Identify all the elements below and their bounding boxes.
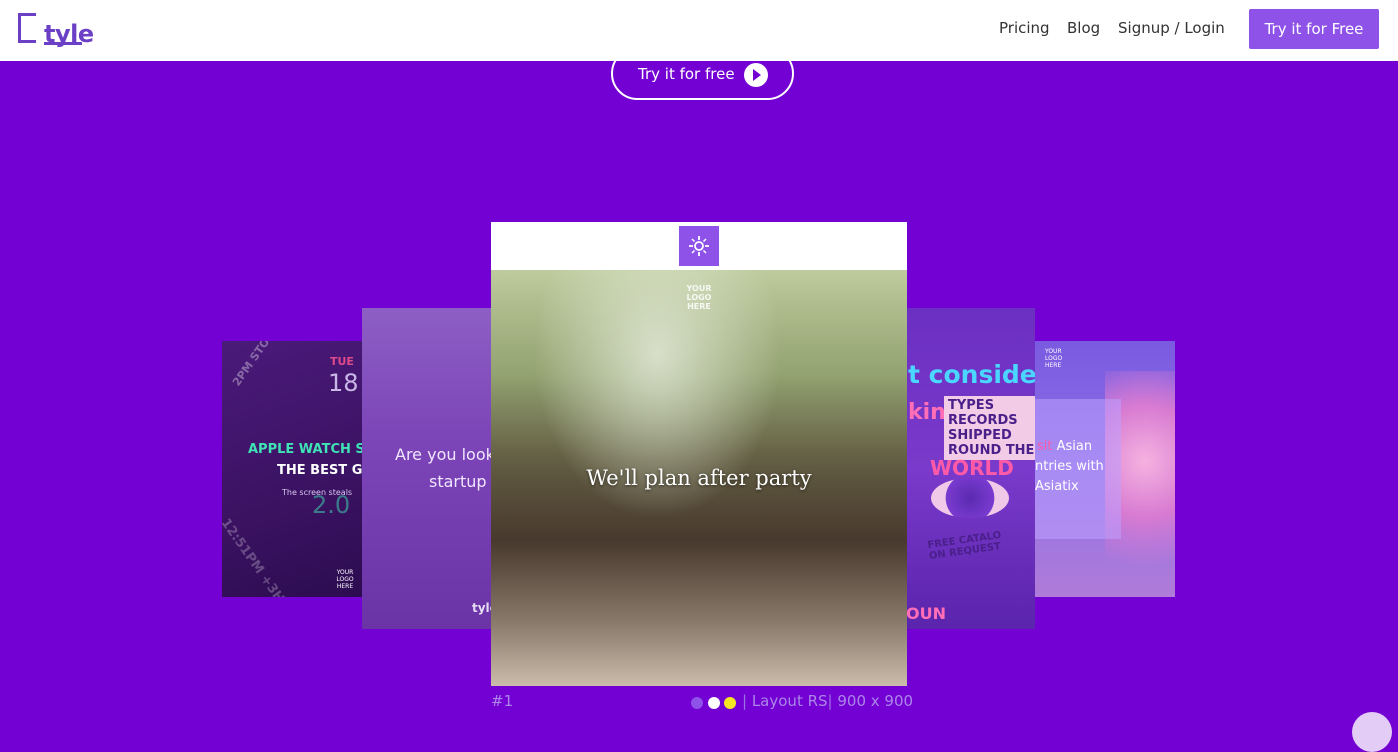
template-card-main[interactable]: YOUR LOGO HERE We'll plan after party bbox=[491, 222, 907, 686]
vinyl-record-image bbox=[931, 478, 1009, 518]
card-free-text: FREE CATALO ON REQUEST bbox=[926, 529, 1002, 563]
template-card-records[interactable]: t consider king TYPES RECORDS SHIPPED RO… bbox=[906, 308, 1035, 629]
sparkle-icon bbox=[689, 236, 709, 256]
nav-signup-login-link[interactable]: Signup / Login bbox=[1118, 19, 1225, 37]
card-logo-mark: YOUR LOGO HERE bbox=[336, 569, 354, 590]
card-headline: sit Asian bbox=[1037, 439, 1092, 454]
color-swatch-purple[interactable] bbox=[691, 697, 703, 709]
card-day: TUE bbox=[330, 355, 354, 368]
template-card-apple-watch[interactable]: 2PM STORY TUE 18 APPLE WATCH SERI THE BE… bbox=[222, 341, 362, 597]
card-story-text: 2PM STORY bbox=[230, 341, 282, 389]
card-subheadline: startup bbox=[429, 472, 487, 491]
top-navigation-bar: tyle Pricing Blog Signup / Login Try it … bbox=[0, 0, 1398, 61]
card-headline: Are you look bbox=[395, 445, 492, 464]
template-icon[interactable] bbox=[679, 226, 719, 266]
template-card-startup[interactable]: Are you look startup tyle bbox=[362, 308, 492, 629]
card-logo-mark: YOUR LOGO HERE bbox=[686, 284, 712, 311]
nav-pricing-link[interactable]: Pricing bbox=[999, 19, 1050, 37]
card-date: 18 bbox=[328, 369, 359, 397]
card-headline: t consider bbox=[908, 360, 1035, 389]
color-swatch-white[interactable] bbox=[708, 697, 720, 709]
card-stamp-text: TYPES RECORDS SHIPPED ROUND THE bbox=[944, 396, 1035, 460]
chat-widget-button[interactable] bbox=[1352, 712, 1392, 752]
nav-blog-link[interactable]: Blog bbox=[1067, 19, 1100, 37]
layout-info: | Layout RS| 900 x 900 bbox=[742, 692, 914, 710]
template-card-asiatix[interactable]: YOUR LOGO HERE sit Asian ntries with Asi… bbox=[1035, 341, 1175, 597]
try-free-hero-label: Try it for free bbox=[638, 65, 735, 83]
play-icon bbox=[744, 63, 768, 87]
layout-name: Layout RS bbox=[751, 692, 828, 710]
layout-size: 900 x 900 bbox=[837, 692, 914, 710]
color-swatch-yellow[interactable] bbox=[724, 697, 736, 709]
card-version: 2.0 bbox=[312, 491, 351, 519]
card-subheadline: THE BEST GETS bbox=[274, 463, 362, 478]
card-headline-rest: Asian bbox=[1052, 439, 1093, 454]
logo-underline bbox=[44, 42, 82, 45]
main-card-caption: We'll plan after party bbox=[586, 466, 812, 490]
card-brand: tyle bbox=[472, 601, 492, 615]
card-headline: APPLE WATCH SERI bbox=[248, 442, 362, 457]
card-headline-highlight: sit bbox=[1037, 439, 1053, 454]
tyle-logo[interactable]: tyle bbox=[18, 11, 94, 48]
card-footer-text: OUN bbox=[906, 604, 946, 623]
try-free-header-button[interactable]: Try it for Free bbox=[1249, 9, 1379, 49]
card-world-text: WORLD bbox=[930, 456, 1014, 480]
card-logo-mark: YOUR LOGO HERE bbox=[1045, 348, 1063, 369]
template-index: #1 bbox=[491, 692, 514, 710]
logo-bracket bbox=[18, 13, 36, 43]
card-time: 12:51PM +3HRS NYC bbox=[222, 516, 318, 597]
card-brand-text: Asiatix bbox=[1035, 479, 1079, 494]
card-subheadline: ntries with bbox=[1035, 459, 1104, 474]
